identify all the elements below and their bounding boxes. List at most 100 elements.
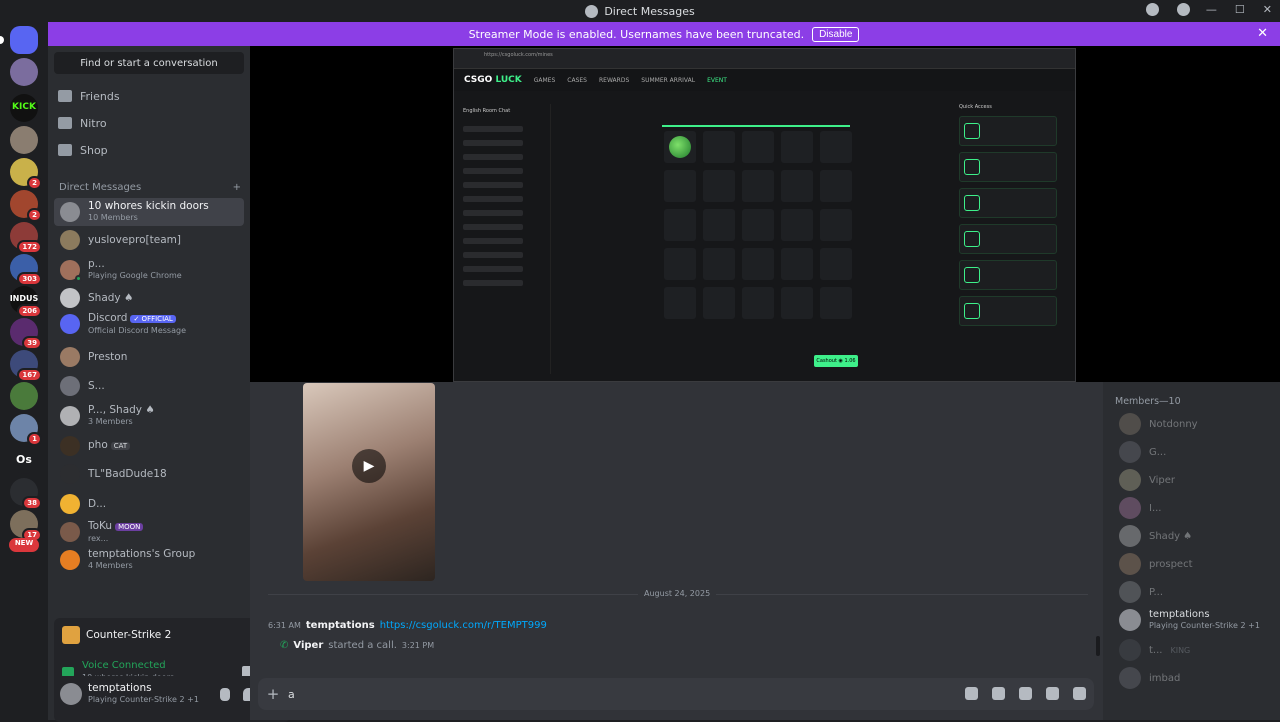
dm-item[interactable]: 10 whores kickin doors 10 Members xyxy=(54,198,244,226)
dm-item[interactable]: Preston xyxy=(54,343,244,371)
stream-viewer[interactable]: https://csgoluck.com/mines CSGO LUCK GAM… xyxy=(250,46,1280,382)
microphone-icon[interactable] xyxy=(220,688,230,701)
avatar xyxy=(60,494,80,514)
dm-item[interactable]: pho CAT xyxy=(54,432,244,460)
chat-line xyxy=(463,182,523,188)
member-name: temptations xyxy=(1149,609,1210,620)
mine-tile xyxy=(664,170,696,202)
member-item[interactable]: P... xyxy=(1119,580,1163,604)
dm-item[interactable]: p... Playing Google Chrome xyxy=(54,256,244,284)
avatar xyxy=(60,260,82,282)
mention-badge: 2 xyxy=(27,176,42,190)
voice-status[interactable]: Voice Connected xyxy=(82,660,174,672)
help-icon[interactable] xyxy=(1177,3,1190,16)
member-item[interactable]: temptations Playing Counter-Strike 2 +1 xyxy=(1119,608,1260,632)
server-icon[interactable]: 39 xyxy=(10,318,42,350)
mine-tile xyxy=(781,287,813,319)
member-item[interactable]: G... xyxy=(1119,440,1166,464)
window-title: Direct Messages xyxy=(585,4,695,18)
site-logo: CSGO LUCK xyxy=(464,75,522,85)
server-icon[interactable] xyxy=(10,126,38,154)
message-author[interactable]: temptations xyxy=(306,620,375,631)
banner-close-icon[interactable]: ✕ xyxy=(1257,26,1268,41)
member-item[interactable]: Notdonny xyxy=(1119,412,1198,436)
member-item[interactable]: Viper xyxy=(1119,468,1175,492)
dm-sub: Playing Google Chrome xyxy=(88,271,182,280)
server-icon[interactable]: 172 xyxy=(10,222,42,254)
mine-tile xyxy=(742,248,774,280)
disable-streamer-mode-button[interactable]: Disable xyxy=(812,26,860,42)
avatar xyxy=(1119,553,1141,575)
dm-item[interactable]: TL"BadDude18 xyxy=(54,460,244,488)
server-kick-icon[interactable]: KICK xyxy=(10,94,38,122)
nav-shop[interactable]: Shop xyxy=(58,140,108,160)
new-servers-badge[interactable]: NEW xyxy=(9,538,39,552)
dm-item[interactable]: D... xyxy=(54,490,244,518)
call-message: ✆ Viper started a call. 3:21 PM xyxy=(280,640,434,651)
member-name: Notdonny xyxy=(1149,418,1198,430)
home-discord-icon[interactable] xyxy=(0,26,38,54)
apps-gamepad-icon[interactable] xyxy=(1073,687,1086,700)
sticker-icon[interactable] xyxy=(1019,687,1032,700)
create-dm-plus-icon[interactable]: + xyxy=(233,182,241,193)
server-icon[interactable]: 38 xyxy=(10,478,42,510)
server-os-icon[interactable]: Os xyxy=(10,446,38,474)
dm-item[interactable]: Discord ✓ OFFICIAL Official Discord Messag… xyxy=(54,310,244,338)
close-window-button[interactable]: ✕ xyxy=(1263,3,1272,16)
chat-line xyxy=(463,252,523,258)
dm-item[interactable]: S... xyxy=(54,372,244,400)
member-item[interactable]: Shady ♠ xyxy=(1119,524,1192,548)
server-icon[interactable]: 2 xyxy=(10,190,42,222)
chat-scrollbar[interactable] xyxy=(1096,636,1100,656)
server-icon[interactable]: 1 xyxy=(10,414,42,446)
video-attachment[interactable]: ▶ xyxy=(303,383,435,581)
message-author[interactable]: Viper xyxy=(293,640,323,651)
server-icon[interactable]: 17 xyxy=(10,510,42,542)
message: 6:31 AM temptations https://csgoluck.com… xyxy=(268,620,547,631)
server-icon[interactable]: 303 xyxy=(10,254,42,286)
message-input[interactable]: a xyxy=(288,688,295,701)
inbox-icon[interactable] xyxy=(1146,3,1159,16)
maximize-button[interactable]: ☐ xyxy=(1235,3,1245,16)
emoji-icon[interactable] xyxy=(1046,687,1059,700)
mention-badge: 206 xyxy=(17,304,42,318)
member-item[interactable]: I... xyxy=(1119,496,1162,520)
nav-label: Shop xyxy=(80,143,108,157)
shop-icon xyxy=(58,144,72,156)
nav-friends[interactable]: Friends xyxy=(58,86,120,106)
find-conversation-button[interactable]: Find or start a conversation xyxy=(54,52,244,74)
play-icon[interactable]: ▶ xyxy=(352,449,386,483)
dm-item[interactable]: Shady ♠ xyxy=(54,284,244,312)
mine-tile xyxy=(820,170,852,202)
attach-plus-icon[interactable]: + xyxy=(258,685,288,703)
titlebar-tools xyxy=(1146,3,1190,16)
dm-name: temptations's Group xyxy=(88,548,196,560)
server-indus-icon[interactable]: INDUS 206 xyxy=(10,286,42,318)
nitro-icon xyxy=(58,117,72,129)
avatar xyxy=(60,288,80,308)
quick-card-icon xyxy=(964,159,980,175)
dm-item[interactable]: yuslovepro[team] xyxy=(54,226,244,254)
gift-icon[interactable] xyxy=(965,687,978,700)
message-time: 3:21 PM xyxy=(401,641,435,650)
dm-item[interactable]: ToKu MOON rex... xyxy=(54,518,244,546)
server-icon[interactable]: 2 xyxy=(10,158,42,190)
dm-item[interactable]: temptations's Group 4 Members xyxy=(54,546,244,574)
gif-icon[interactable] xyxy=(992,687,1005,700)
message-link[interactable]: https://csgoluck.com/r/TEMPT999 xyxy=(380,620,547,631)
dm-item[interactable]: P..., Shady ♠ 3 Members xyxy=(54,402,244,430)
server-icon[interactable] xyxy=(10,382,38,410)
member-item[interactable]: prospect xyxy=(1119,552,1193,576)
user-avatar[interactable] xyxy=(60,683,82,705)
member-list-header: Members—10 xyxy=(1115,396,1181,407)
member-item[interactable]: imbad xyxy=(1119,666,1180,690)
message-composer[interactable]: + a xyxy=(258,678,1094,710)
user-name: temptations xyxy=(88,682,152,694)
member-item[interactable]: t... KING xyxy=(1119,638,1190,662)
streamer-mode-banner: Streamer Mode is enabled. Usernames have… xyxy=(48,22,1280,46)
minimize-button[interactable]: — xyxy=(1206,3,1217,16)
server-icon[interactable]: 167 xyxy=(10,350,42,382)
server-icon[interactable] xyxy=(10,58,38,86)
mine-tile xyxy=(742,287,774,319)
nav-nitro[interactable]: Nitro xyxy=(58,113,107,133)
